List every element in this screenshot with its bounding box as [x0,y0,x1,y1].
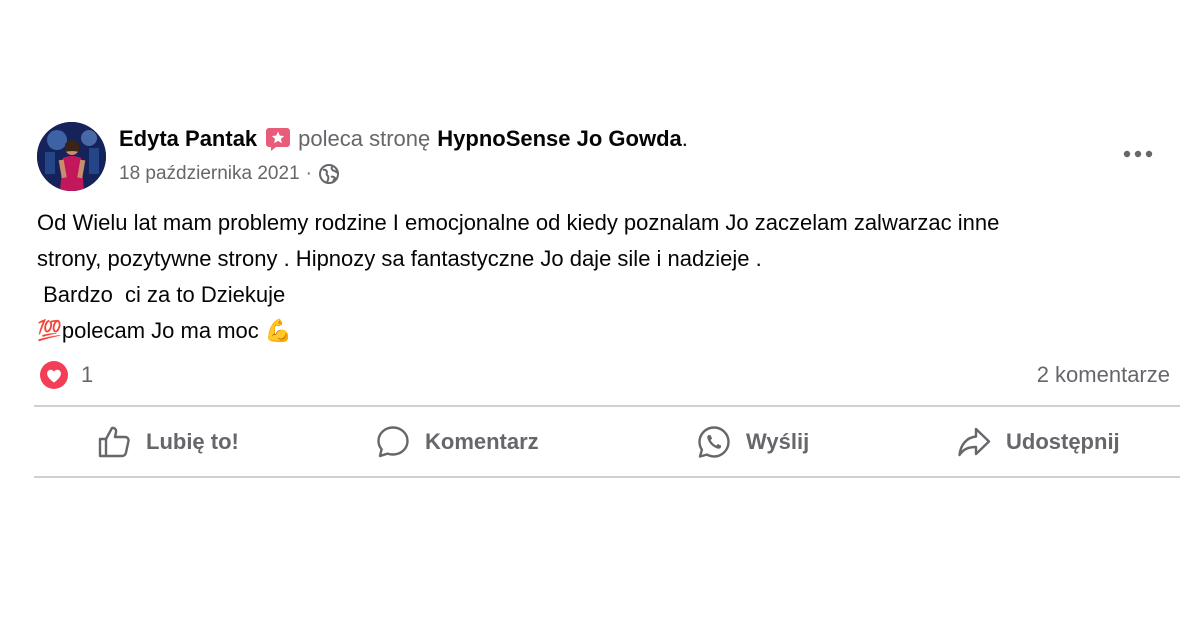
like-button[interactable]: Lubię to! [96,408,239,476]
more-options-button[interactable] [1115,140,1161,168]
share-button[interactable]: Udostępnij [956,408,1120,476]
hundred-points-emoji: 💯 [37,320,62,342]
whatsapp-icon [698,426,730,458]
thumbs-up-icon [98,426,130,458]
author-avatar[interactable] [37,122,106,191]
share-arrow-icon [958,427,991,457]
body-line-4: 💯 polecam Jo ma moc 💪 [37,313,1172,349]
body-line-2: strony, pozytywne strony . Hipnozy sa fa… [37,246,762,271]
love-reaction-icon[interactable] [39,360,69,390]
reactions-summary: 1 2 komentarze [37,357,1170,393]
reaction-count[interactable]: 1 [81,361,93,389]
page-name-link[interactable]: HypnoSense Jo Gowda [437,124,682,154]
send-button[interactable]: Wyślij [696,408,809,476]
globe-icon[interactable] [318,163,340,185]
divider-top [34,405,1180,407]
post-date[interactable]: 18 października 2021 [119,160,300,188]
action-bar: Lubię to! Komentarz Wyślij Udostępnij [34,408,1180,476]
body-line-3: Bardzo ci za to Dziekuje [37,282,286,307]
flexed-biceps-emoji: 💪 [264,318,293,343]
post-meta: 18 października 2021 · [119,160,340,188]
divider-bottom [34,476,1180,478]
body-line-1: Od Wielu lat mam problemy rodzine I emoc… [37,210,1000,235]
recommend-badge-icon [265,126,291,152]
comment-bubble-icon [377,426,409,458]
body-line-4-text: polecam Jo ma moc [61,318,265,343]
like-label: Lubię to! [146,429,239,454]
meta-separator: · [305,163,312,184]
author-name[interactable]: Edyta Pantak [119,124,257,154]
comment-label: Komentarz [425,429,539,454]
share-label: Udostępnij [1006,429,1120,454]
more-options-icon [1123,150,1153,158]
facebook-post: Edyta Pantak poleca stronę HypnoSense Jo… [0,0,1200,630]
post-header: Edyta Pantak poleca stronę HypnoSense Jo… [119,124,688,154]
header-period: . [681,126,688,151]
recommend-verb: poleca stronę [298,126,431,151]
comments-count-link[interactable]: 2 komentarze [1037,361,1170,389]
post-body: Od Wielu lat mam problemy rodzine I emoc… [37,205,1172,349]
send-label: Wyślij [746,429,810,454]
comment-button[interactable]: Komentarz [375,408,539,476]
